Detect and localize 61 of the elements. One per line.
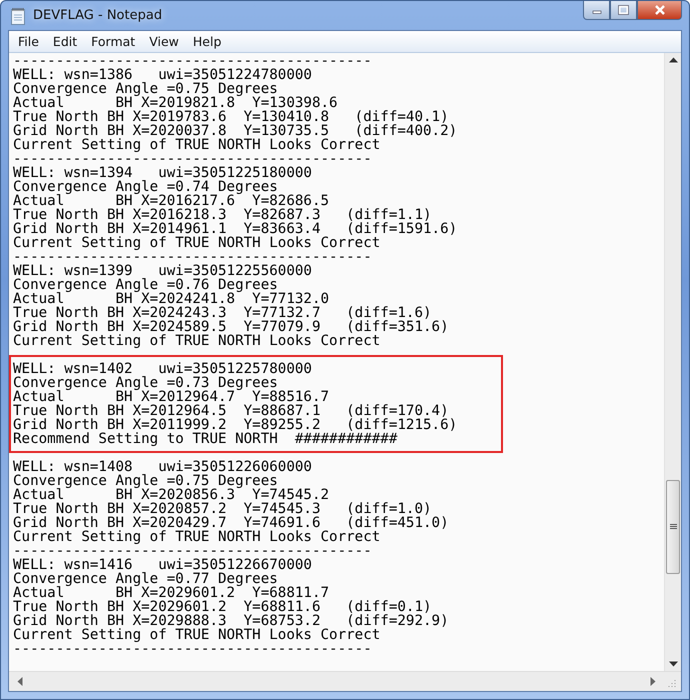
menu-item[interactable]: View [142, 34, 186, 49]
text-line: Convergence Angle =0.75 Degrees [13, 81, 278, 97]
text-line: Grid North BH X=2020037.8 Y=130735.5 (diff=400.2) [13, 123, 458, 139]
maximize-icon [618, 5, 629, 15]
minimize-button[interactable] [583, 1, 610, 20]
vertical-scrollbar[interactable] [664, 53, 681, 671]
text-line: ------------------------------------------ [13, 543, 372, 559]
window-title: DEVFLAG - Notepad [33, 8, 162, 23]
notepad-icon [10, 6, 26, 24]
left-arrow-icon[interactable] [17, 677, 23, 686]
menu-item[interactable]: Format [84, 34, 142, 49]
text-line: Actual BH X=2019821.8 Y=130398.6 [13, 95, 338, 111]
text-line: ------------------------------------------ [13, 249, 372, 265]
text-line: Convergence Angle =0.74 Degrees [13, 179, 278, 195]
resize-grip-icon[interactable] [667, 678, 676, 687]
text-line: True North BH X=2012964.5 Y=88687.1 (diff=170.4) [13, 403, 449, 419]
text-line: Convergence Angle =0.76 Degrees [13, 277, 278, 293]
text-line: Actual BH X=2024241.8 Y=77132.0 [13, 291, 330, 307]
text-line: WELL: wsn=1394 uwi=35051225180000 [13, 165, 312, 181]
text-line: WELL: wsn=1416 uwi=35051226670000 [13, 557, 312, 573]
text-line: Grid North BH X=2029888.3 Y=68753.2 (diff=292.9) [13, 613, 449, 629]
text-line: Current Setting of TRUE NORTH Looks Correct [13, 529, 380, 545]
grip-icon [670, 524, 676, 530]
text-line: Current Setting of TRUE NORTH Looks Correct [13, 235, 380, 251]
text-line: WELL: wsn=1402 uwi=35051225780000 [13, 361, 312, 377]
text-line: Actual BH X=2016217.6 Y=82686.5 [13, 193, 330, 209]
text-line: Actual BH X=2029601.2 Y=68811.7 [13, 585, 330, 601]
close-button[interactable] [637, 1, 682, 20]
text-line: Current Setting of TRUE NORTH Looks Correct [13, 333, 380, 349]
menu-item[interactable]: Help [186, 34, 228, 49]
text-line: Actual BH X=2020856.3 Y=74545.2 [13, 487, 330, 503]
text-line: ------------------------------------------ [13, 641, 372, 657]
text-line: True North BH X=2016218.3 Y=82687.3 (diff=1.1) [13, 207, 432, 223]
text-line: Current Setting of TRUE NORTH Looks Correct [13, 627, 380, 643]
menu-item[interactable]: Edit [46, 34, 84, 49]
text-line: Current Setting of TRUE NORTH Looks Correct [13, 137, 380, 153]
close-icon [654, 5, 666, 15]
text-line: Convergence Angle =0.75 Degrees [13, 473, 278, 489]
text-line: True North BH X=2020857.2 Y=74545.3 (diff=1.0) [13, 501, 432, 517]
text-line: True North BH X=2019783.6 Y=130410.8 (diff=40.1) [13, 109, 449, 125]
text-line: Convergence Angle =0.77 Degrees [13, 571, 278, 587]
text-line: Grid North BH X=2020429.7 Y=74691.6 (diff=451.0) [13, 515, 449, 531]
down-arrow-icon[interactable] [668, 661, 678, 667]
scroll-thumb[interactable] [666, 480, 680, 574]
text-line: Actual BH X=2012964.7 Y=88516.7 [13, 389, 330, 405]
right-arrow-icon[interactable] [650, 677, 656, 686]
text-line: ------------------------------------------ [13, 151, 372, 167]
text-line: WELL: wsn=1408 uwi=35051226060000 [13, 459, 312, 475]
text-line: Convergence Angle =0.73 Degrees [13, 375, 278, 391]
text-line: Grid North BH X=2011999.2 Y=89255.2 (diff=1215.6) [13, 417, 458, 433]
up-arrow-icon[interactable] [668, 57, 678, 63]
text-line: True North BH X=2024243.3 Y=77132.7 (diff=1.6) [13, 305, 432, 321]
text-line: Grid North BH X=2014961.1 Y=83663.4 (diff=1591.6) [13, 221, 458, 237]
text-line: Grid North BH X=2024589.5 Y=77079.9 (diff=351.6) [13, 319, 449, 335]
menu-item[interactable]: File [11, 34, 46, 49]
text-line: Recommend Setting to TRUE NORTH ############ [13, 431, 398, 447]
maximize-button[interactable] [610, 1, 637, 20]
text-line: WELL: wsn=1386 uwi=35051224780000 [13, 67, 312, 83]
text-line: WELL: wsn=1399 uwi=35051225560000 [13, 263, 312, 279]
text-line: True North BH X=2029601.2 Y=68811.6 (diff=0.1) [13, 599, 432, 615]
text-line: ------------------------------------------ [13, 53, 372, 69]
